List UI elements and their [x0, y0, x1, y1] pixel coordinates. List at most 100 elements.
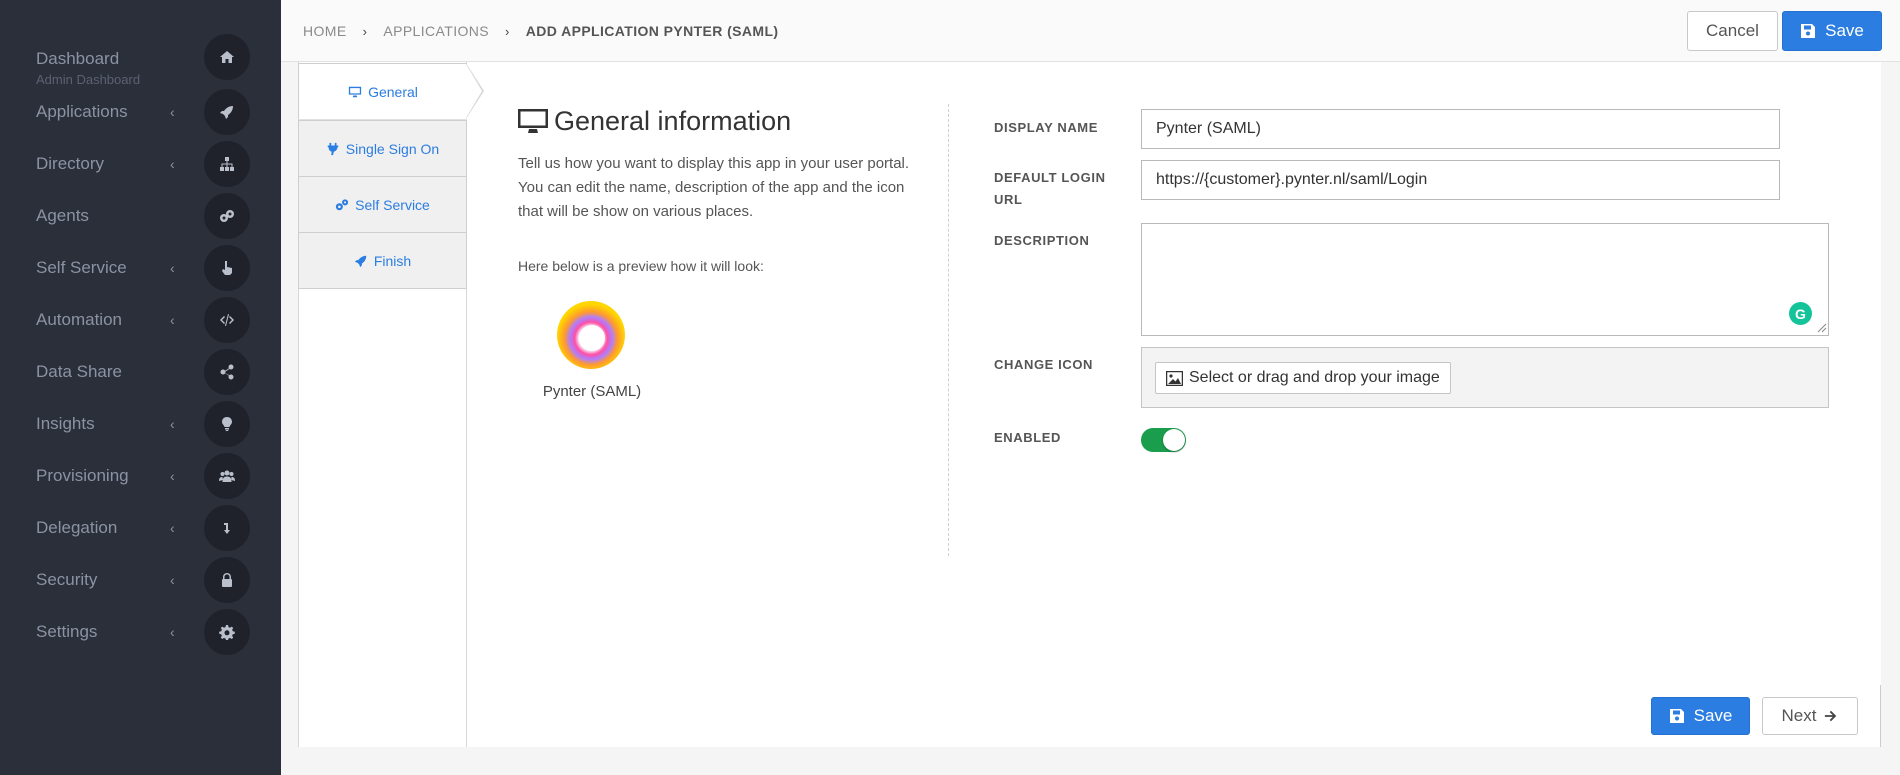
sidebar-item-dashboard[interactable]: Dashboard Admin Dashboard [0, 31, 281, 87]
sidebar-item-applications[interactable]: Applications ‹ [0, 86, 281, 138]
sidebar-item-automation[interactable]: Automation ‹ [0, 294, 281, 346]
lightbulb-icon [204, 401, 250, 447]
tab-single-sign-on[interactable]: Single Sign On [298, 120, 467, 177]
app-logo [557, 301, 625, 369]
chevron-left-icon: ‹ [170, 156, 175, 172]
desktop-icon [348, 86, 362, 97]
save-button-label: Save [1825, 21, 1864, 40]
app-name: Pynter (SAML) [542, 383, 642, 400]
login-url-value: https://{customer}.pynter.nl/saml/Login [1156, 171, 1428, 188]
chevron-left-icon: ‹ [170, 416, 175, 432]
chevron-left-icon: ‹ [170, 520, 175, 536]
rocket-icon [204, 89, 250, 135]
top-bar: HOME › APPLICATIONS › ADD APPLICATION PY… [281, 0, 1900, 62]
cogs-icon [204, 193, 250, 239]
tab-label: Finish [373, 252, 412, 269]
sitemap-icon [204, 141, 250, 187]
users-icon [204, 453, 250, 499]
login-url-field[interactable]: https://{customer}.pynter.nl/saml/Login [1141, 160, 1780, 200]
tab-general[interactable]: General [298, 63, 467, 120]
display-name-value: Pynter (SAML) [1156, 120, 1261, 137]
login-url-label-line: DEFAULT LOGIN [994, 170, 1106, 185]
tab-self-service[interactable]: Self Service [298, 176, 467, 233]
grammarly-icon[interactable]: G [1789, 302, 1812, 325]
sidebar-item-settings[interactable]: Settings ‹ [0, 606, 281, 658]
chevron-left-icon: ‹ [170, 624, 175, 640]
divider [948, 104, 949, 556]
page-title: General information [518, 106, 791, 137]
sidebar-item-label: Data Share [36, 362, 122, 381]
sidebar-item-data-share[interactable]: Data Share [0, 346, 281, 398]
sidebar: Dashboard Admin Dashboard Applications ‹… [0, 0, 281, 775]
sidebar-item-self-service[interactable]: Self Service ‹ [0, 242, 281, 294]
tab-label: General [368, 83, 418, 100]
sidebar-item-label: Insights [36, 414, 95, 433]
breadcrumb-applications[interactable]: APPLICATIONS [383, 23, 489, 39]
chevron-left-icon: ‹ [170, 260, 175, 276]
sidebar-item-label: Automation [36, 310, 122, 329]
arrow-right-icon [1825, 710, 1837, 722]
sidebar-item-label: Directory [36, 154, 105, 173]
enabled-toggle[interactable] [1141, 428, 1186, 452]
chevron-left-icon: ‹ [170, 312, 175, 328]
tab-label: Self Service [355, 196, 430, 213]
login-url-label-line: URL [994, 192, 1023, 207]
cogs-icon [336, 198, 349, 210]
share-icon [204, 349, 250, 395]
cancel-button[interactable]: Cancel [1687, 11, 1778, 51]
sidebar-item-label: Agents [36, 206, 89, 225]
chevron-left-icon: ‹ [170, 468, 175, 484]
sidebar-item-label: Delegation [36, 518, 118, 537]
cancel-button-label: Cancel [1706, 21, 1759, 40]
general-description: Tell us how you want to display this app… [518, 155, 910, 220]
tab-label: Single Sign On [345, 140, 440, 157]
image-icon [1166, 370, 1183, 386]
page-title-text: General information [554, 106, 792, 136]
tab-finish[interactable]: Finish [298, 232, 467, 289]
description-label: DESCRIPTION [994, 233, 1090, 248]
chevron-right-icon: › [362, 23, 368, 39]
sidebar-item-directory[interactable]: Directory ‹ [0, 138, 281, 190]
select-image-button-label: Select or drag and drop your image [1189, 369, 1440, 386]
sidebar-item-security[interactable]: Security ‹ [0, 554, 281, 606]
save-icon [1801, 24, 1816, 38]
breadcrumb: HOME › APPLICATIONS › ADD APPLICATION PY… [303, 23, 778, 39]
enabled-label: ENABLED [994, 430, 1062, 445]
lock-icon [204, 557, 250, 603]
chevron-left-icon: ‹ [170, 104, 175, 120]
footer-save-button[interactable]: Save [1651, 697, 1750, 735]
footer-save-label: Save [1693, 706, 1733, 725]
toggle-knob [1163, 429, 1185, 451]
sidebar-item-label: Security [36, 570, 98, 589]
sidebar-item-insights[interactable]: Insights ‹ [0, 398, 281, 450]
rocket-icon [354, 255, 367, 267]
next-button-label: Next [1781, 706, 1817, 725]
login-url-label: DEFAULT LOGIN URL [994, 167, 1106, 211]
select-image-button[interactable]: Select or drag and drop your image [1155, 362, 1451, 394]
hand-pointer-icon [204, 245, 250, 291]
sidebar-item-label: Self Service [36, 258, 127, 277]
next-button[interactable]: Next [1762, 697, 1858, 735]
display-name-label: DISPLAY NAME [994, 120, 1099, 135]
sidebar-item-label: Applications [36, 102, 128, 121]
chevron-left-icon: ‹ [170, 572, 175, 588]
save-button[interactable]: Save [1782, 11, 1882, 51]
desktop-icon [518, 108, 548, 133]
breadcrumb-current: ADD APPLICATION PYNTER (SAML) [525, 23, 779, 39]
sidebar-item-provisioning[interactable]: Provisioning ‹ [0, 450, 281, 502]
sidebar-item-agents[interactable]: Agents [0, 190, 281, 242]
preview-text: Here below is a preview how it will look… [518, 258, 764, 274]
gear-icon [204, 609, 250, 655]
sidebar-item-label: Settings [36, 622, 98, 641]
divider [1880, 685, 1881, 747]
save-icon [1669, 709, 1684, 723]
code-icon [204, 297, 250, 343]
sidebar-item-label: Dashboard [36, 49, 120, 68]
breadcrumb-home[interactable]: HOME [303, 23, 347, 39]
description-field[interactable] [1141, 223, 1829, 336]
plug-icon [327, 142, 339, 155]
resize-handle-icon[interactable] [1817, 323, 1827, 333]
home-icon [204, 34, 250, 80]
sidebar-item-delegation[interactable]: Delegation ‹ [0, 502, 281, 554]
display-name-field[interactable]: Pynter (SAML) [1141, 109, 1780, 149]
